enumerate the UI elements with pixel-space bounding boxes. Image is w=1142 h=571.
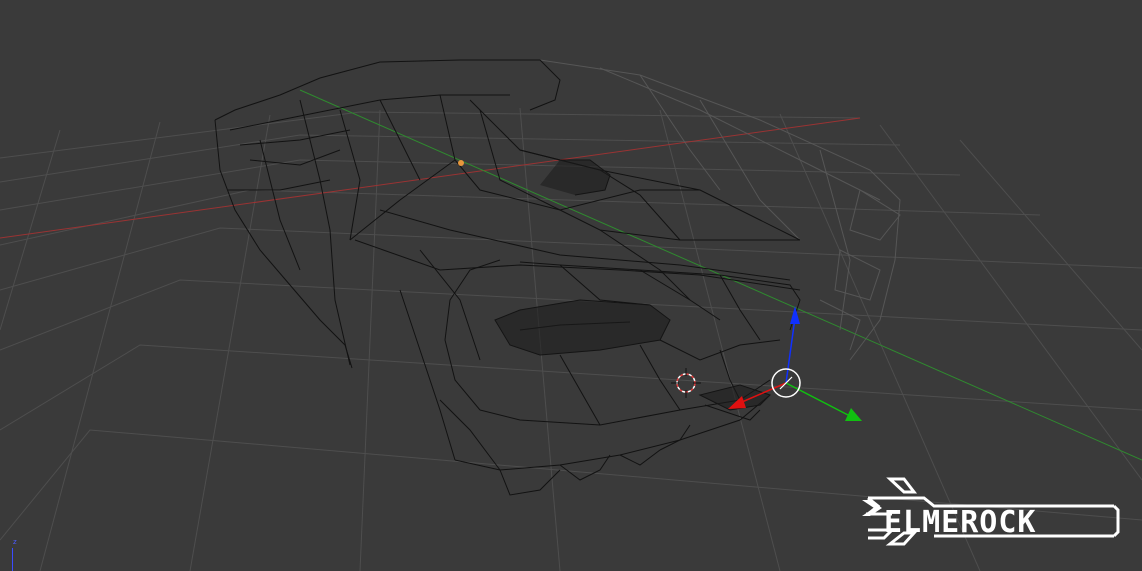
z-axis-label: z bbox=[13, 538, 17, 546]
gizmo-x-arrow-icon bbox=[728, 396, 746, 409]
3d-viewport[interactable]: z ELMEROCK bbox=[0, 0, 1142, 571]
view-axis-indicator: z bbox=[8, 538, 22, 571]
elmerock-logo: ELMEROCK bbox=[862, 476, 1124, 548]
gizmo-y-axis bbox=[785, 382, 849, 416]
3d-cursor-icon bbox=[671, 368, 701, 398]
gizmo-x-axis bbox=[741, 382, 787, 403]
logo-text: ELMEROCK bbox=[884, 505, 1037, 540]
gizmo-z-axis bbox=[785, 317, 796, 384]
gizmo-z-arrow-icon bbox=[790, 306, 800, 324]
z-axis-indicator-line bbox=[12, 548, 13, 571]
